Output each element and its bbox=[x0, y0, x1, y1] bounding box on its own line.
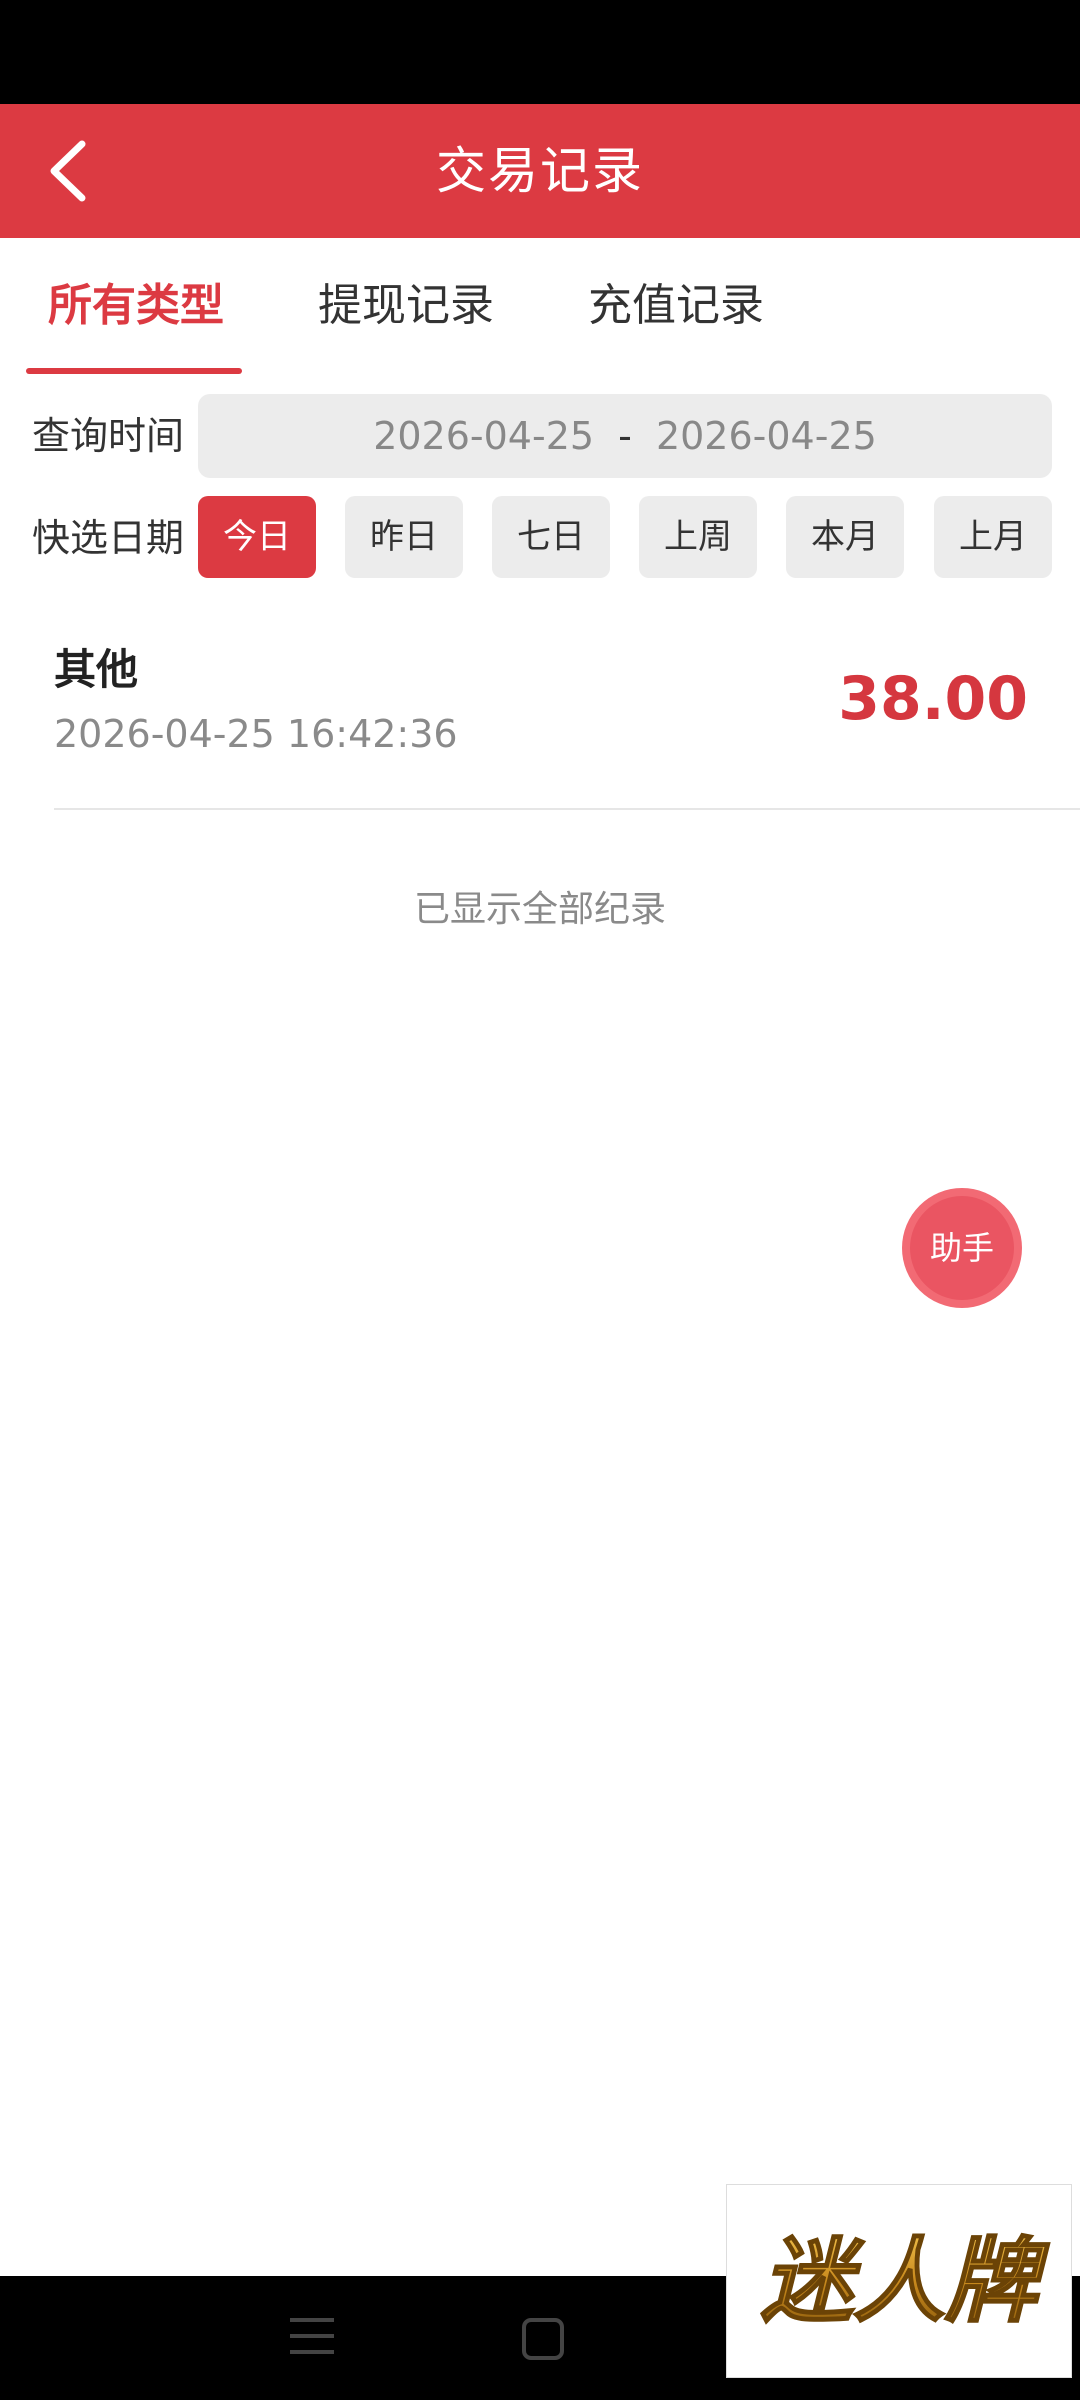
tab-recharge-records[interactable]: 充值记录 bbox=[588, 238, 764, 378]
quick-date-last-week[interactable]: 上周 bbox=[639, 496, 757, 578]
query-time-row: 查询时间 2026-04-25 - 2026-04-25 bbox=[0, 394, 1080, 478]
svg-text:迷人牌: 迷人牌 bbox=[761, 2228, 1050, 2335]
quick-date-label: 快选日期 bbox=[32, 516, 185, 560]
list-end-text: 已显示全部纪录 bbox=[413, 889, 666, 930]
date-separator: - bbox=[618, 414, 632, 458]
assistant-button[interactable]: 助手 bbox=[902, 1188, 1022, 1308]
quick-date-row: 快选日期 今日 昨日 七日 上周 本月 上月 bbox=[0, 496, 1080, 578]
quick-date-seven-days[interactable]: 七日 bbox=[492, 496, 610, 578]
brand-logo-graphic: 迷人牌 bbox=[760, 2227, 1051, 2336]
app-header: 交易记录 bbox=[0, 104, 1080, 238]
active-tab-indicator bbox=[26, 368, 242, 374]
type-tabs: 所有类型 提现记录 充值记录 bbox=[0, 238, 1080, 378]
menu-icon[interactable] bbox=[290, 2318, 334, 2358]
quick-date-last-month[interactable]: 上月 bbox=[934, 496, 1052, 578]
brand-logo: 迷人牌 bbox=[726, 2184, 1072, 2378]
quick-date-this-month[interactable]: 本月 bbox=[786, 496, 904, 578]
start-date: 2026-04-25 bbox=[373, 414, 595, 458]
transaction-record[interactable]: 其他 2026-04-25 16:42:36 38.00 bbox=[54, 622, 1080, 810]
page-title: 交易记录 bbox=[436, 142, 644, 200]
query-time-label: 查询时间 bbox=[32, 414, 185, 458]
quick-date-yesterday[interactable]: 昨日 bbox=[345, 496, 463, 578]
home-icon[interactable] bbox=[522, 2318, 564, 2360]
quick-date-today[interactable]: 今日 bbox=[198, 496, 316, 578]
status-bar bbox=[0, 0, 1080, 104]
record-amount: 38.00 bbox=[838, 664, 1028, 734]
record-type: 其他 bbox=[54, 645, 139, 694]
tab-all-types[interactable]: 所有类型 bbox=[48, 238, 224, 378]
end-date: 2026-04-25 bbox=[655, 414, 877, 458]
assistant-label: 助手 bbox=[910, 1196, 1014, 1300]
record-time: 2026-04-25 16:42:36 bbox=[54, 712, 458, 756]
tab-withdraw-records[interactable]: 提现记录 bbox=[318, 238, 494, 378]
date-range-picker[interactable]: 2026-04-25 - 2026-04-25 bbox=[198, 394, 1052, 478]
